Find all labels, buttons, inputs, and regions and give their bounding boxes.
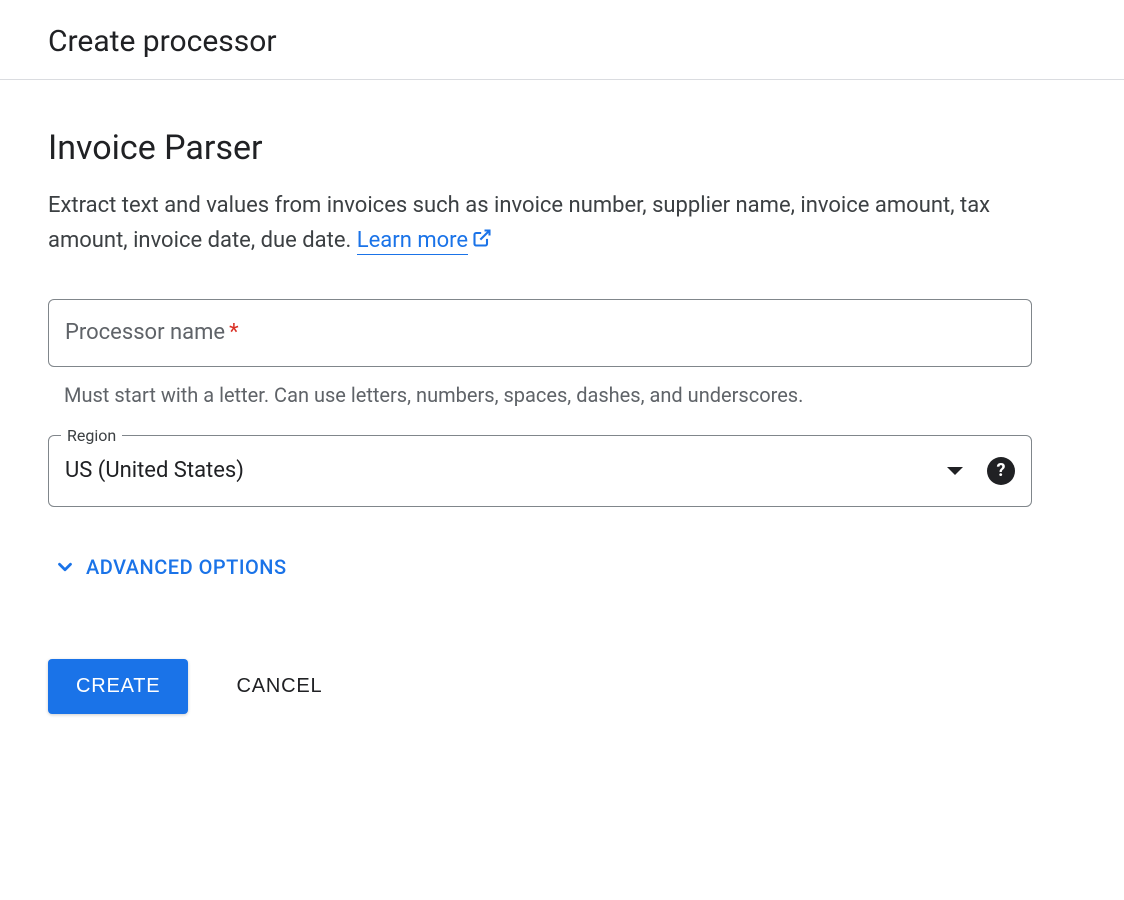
cancel-button[interactable]: CANCEL (228, 659, 330, 714)
advanced-options-toggle[interactable]: ADVANCED OPTIONS (54, 555, 1032, 579)
region-selected-value: US (United States) (65, 458, 947, 483)
dropdown-arrow-icon (947, 467, 963, 475)
processor-name-placeholder: Processor name* (65, 320, 239, 345)
help-icon[interactable]: ? (987, 457, 1015, 485)
description-text: Extract text and values from invoices su… (48, 193, 990, 253)
processor-name-input[interactable]: Processor name* (48, 299, 1032, 367)
processor-name-helper: Must start with a letter. Can use letter… (48, 375, 1032, 407)
placeholder-text: Processor name (65, 320, 225, 345)
page-title: Create processor (48, 24, 1076, 59)
processor-type-title: Invoice Parser (48, 128, 1032, 168)
processor-name-field-wrapper: Processor name* (48, 299, 1032, 367)
create-button[interactable]: CREATE (48, 659, 188, 714)
learn-more-label: Learn more (357, 228, 468, 253)
required-indicator: * (229, 320, 238, 345)
chevron-down-icon (54, 556, 76, 578)
main-content: Invoice Parser Extract text and values f… (0, 80, 1080, 762)
learn-more-link[interactable]: Learn more (357, 228, 468, 255)
region-label: Region (61, 426, 122, 445)
processor-description: Extract text and values from invoices su… (48, 188, 1032, 259)
region-field-wrapper: Region US (United States) ? (48, 435, 1032, 507)
external-link-icon (472, 224, 492, 259)
region-select[interactable]: Region US (United States) ? (48, 435, 1032, 507)
select-icons-group: ? (947, 457, 1015, 485)
action-buttons-row: CREATE CANCEL (48, 659, 1032, 714)
page-header: Create processor (0, 0, 1124, 80)
advanced-options-label: ADVANCED OPTIONS (86, 555, 287, 579)
